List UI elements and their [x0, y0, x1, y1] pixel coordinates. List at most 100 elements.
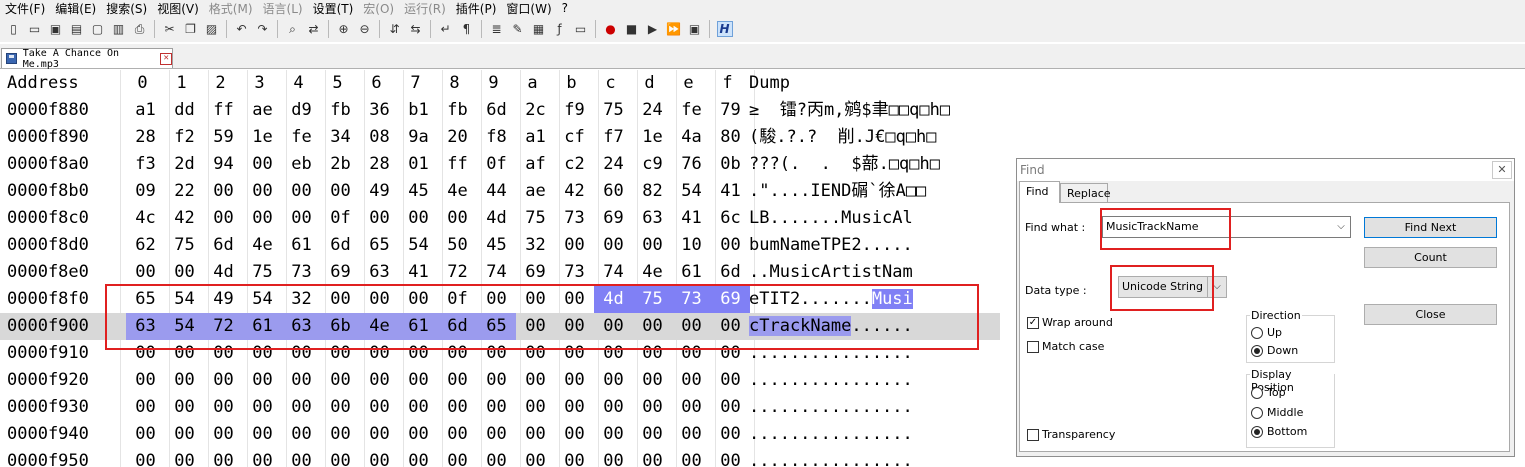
- hex-byte[interactable]: fe: [672, 97, 711, 124]
- hex-byte[interactable]: 00: [165, 421, 204, 448]
- hex-byte[interactable]: 28: [360, 151, 399, 178]
- hex-row[interactable]: 0000f8b0 09 22 00 00 00 00 49 45 4e 44 ae 42 60 82 54 41…: [0, 178, 1000, 205]
- menu-item-9[interactable]: 插件(P): [451, 0, 502, 17]
- doc-map-icon[interactable]: ▦: [531, 21, 547, 37]
- hex-byte[interactable]: 00: [711, 448, 750, 467]
- hex-byte[interactable]: 00: [360, 448, 399, 467]
- undo-icon[interactable]: ↶: [234, 21, 250, 37]
- row-dump[interactable]: ≥ 镭?丙m,鹓$聿□□q□h□: [749, 97, 950, 124]
- hex-byte[interactable]: 00: [243, 394, 282, 421]
- hex-byte[interactable]: 00: [672, 448, 711, 467]
- hex-byte[interactable]: 00: [126, 259, 165, 286]
- row-dump[interactable]: ................: [749, 421, 913, 448]
- hex-byte[interactable]: 00: [399, 205, 438, 232]
- hex-byte[interactable]: 00: [555, 421, 594, 448]
- hex-byte[interactable]: f3: [126, 151, 165, 178]
- hex-byte[interactable]: 74: [594, 259, 633, 286]
- hex-byte[interactable]: 72: [438, 259, 477, 286]
- hex-byte[interactable]: 00: [282, 448, 321, 467]
- hex-row[interactable]: 0000f8a0 f3 2d 94 00 eb 2b 28 01 ff 0f af c2 24 c9 76 0b…: [0, 151, 1000, 178]
- hex-row[interactable]: 0000f950 00 00 00 00 00 00 00 00 00 00 00 00 00 00 00 00…: [0, 448, 1000, 467]
- hex-byte[interactable]: 00: [165, 367, 204, 394]
- hex-byte[interactable]: 00: [555, 394, 594, 421]
- hex-byte[interactable]: 00: [282, 394, 321, 421]
- hex-byte[interactable]: 00: [360, 421, 399, 448]
- hex-byte[interactable]: 4e: [633, 259, 672, 286]
- new-file-icon[interactable]: ▯: [6, 21, 22, 37]
- record-macro-icon[interactable]: ●: [603, 21, 619, 37]
- hex-byte[interactable]: 00: [204, 421, 243, 448]
- hex-byte[interactable]: 00: [711, 367, 750, 394]
- hex-byte[interactable]: 73: [555, 259, 594, 286]
- hex-byte[interactable]: 00: [243, 205, 282, 232]
- hex-byte[interactable]: 00: [360, 367, 399, 394]
- hex-editor-icon[interactable]: H: [716, 21, 733, 37]
- menu-item-10[interactable]: 窗口(W): [501, 0, 556, 17]
- hex-byte[interactable]: 62: [126, 232, 165, 259]
- hex-byte[interactable]: 74: [477, 259, 516, 286]
- row-dump[interactable]: (駿.?.? 削.J€□q□h□: [749, 124, 937, 151]
- transparency-checkbox[interactable]: Transparency: [1027, 428, 1115, 441]
- menu-item-5[interactable]: 语言(L): [258, 0, 308, 17]
- hex-byte[interactable]: 75: [516, 205, 555, 232]
- hex-row[interactable]: 0000f890 28 f2 59 1e fe 34 08 9a 20 f8 a1 cf f7 1e 4a 80…: [0, 124, 1000, 151]
- copy-icon[interactable]: ❐: [183, 21, 199, 37]
- hex-byte[interactable]: 41: [399, 259, 438, 286]
- hex-byte[interactable]: eb: [282, 151, 321, 178]
- hex-byte[interactable]: 00: [633, 367, 672, 394]
- hex-byte[interactable]: 00: [204, 367, 243, 394]
- row-dump[interactable]: bumNameTPE2.....: [749, 232, 913, 259]
- hex-byte[interactable]: 00: [243, 178, 282, 205]
- hex-byte[interactable]: 08: [360, 124, 399, 151]
- find-icon[interactable]: ⌕: [285, 21, 301, 37]
- tab-find[interactable]: Find: [1019, 181, 1060, 203]
- match-case-checkbox[interactable]: Match case: [1027, 340, 1104, 353]
- hex-byte[interactable]: 80: [711, 124, 750, 151]
- hex-byte[interactable]: 41: [711, 178, 750, 205]
- count-button[interactable]: Count: [1364, 247, 1497, 268]
- hex-byte[interactable]: 0f: [477, 151, 516, 178]
- hex-byte[interactable]: 2c: [516, 97, 555, 124]
- hex-byte[interactable]: 00: [204, 205, 243, 232]
- hex-byte[interactable]: 00: [126, 421, 165, 448]
- hex-byte[interactable]: a1: [516, 124, 555, 151]
- hex-byte[interactable]: 94: [204, 151, 243, 178]
- hex-byte[interactable]: ae: [516, 178, 555, 205]
- hex-byte[interactable]: 00: [555, 232, 594, 259]
- hex-byte[interactable]: 00: [438, 394, 477, 421]
- hex-byte[interactable]: 00: [672, 394, 711, 421]
- tab-replace[interactable]: Replace: [1060, 183, 1111, 203]
- row-dump[interactable]: ..MusicArtistNam: [749, 259, 913, 286]
- row-dump[interactable]: ................: [749, 448, 913, 467]
- word-wrap-icon[interactable]: ↵: [438, 21, 454, 37]
- hex-byte[interactable]: fe: [282, 124, 321, 151]
- find-next-button[interactable]: Find Next: [1364, 217, 1497, 238]
- hex-byte[interactable]: 76: [672, 151, 711, 178]
- hex-byte[interactable]: 00: [282, 367, 321, 394]
- hex-byte[interactable]: fb: [438, 97, 477, 124]
- hex-byte[interactable]: 00: [126, 448, 165, 467]
- hex-byte[interactable]: 69: [321, 259, 360, 286]
- hex-byte[interactable]: 24: [633, 97, 672, 124]
- hex-byte[interactable]: 09: [126, 178, 165, 205]
- hex-byte[interactable]: 00: [477, 448, 516, 467]
- zoom-in-icon[interactable]: ⊕: [336, 21, 352, 37]
- hex-byte[interactable]: 1e: [633, 124, 672, 151]
- hex-byte[interactable]: 00: [477, 421, 516, 448]
- hex-byte[interactable]: 50: [438, 232, 477, 259]
- hex-byte[interactable]: 00: [321, 394, 360, 421]
- chevron-down-icon[interactable]: ⌵: [1332, 217, 1350, 237]
- zoom-out-icon[interactable]: ⊖: [357, 21, 373, 37]
- replace-icon[interactable]: ⇄: [306, 21, 322, 37]
- save-icon[interactable]: ▣: [48, 21, 64, 37]
- row-dump[interactable]: ???(. . $蔀.□q□h□: [749, 151, 940, 178]
- run-macro-multi-icon[interactable]: ⏩: [666, 21, 682, 37]
- hex-byte[interactable]: 00: [438, 421, 477, 448]
- hex-byte[interactable]: 41: [672, 205, 711, 232]
- hex-byte[interactable]: 00: [360, 394, 399, 421]
- hex-byte[interactable]: 4d: [477, 205, 516, 232]
- hex-byte[interactable]: 00: [594, 394, 633, 421]
- hex-byte[interactable]: 69: [594, 205, 633, 232]
- hex-row[interactable]: 0000f8e0 00 00 4d 75 73 69 63 41 72 74 69 73 74 4e 61 6d…: [0, 259, 1000, 286]
- hex-byte[interactable]: 36: [360, 97, 399, 124]
